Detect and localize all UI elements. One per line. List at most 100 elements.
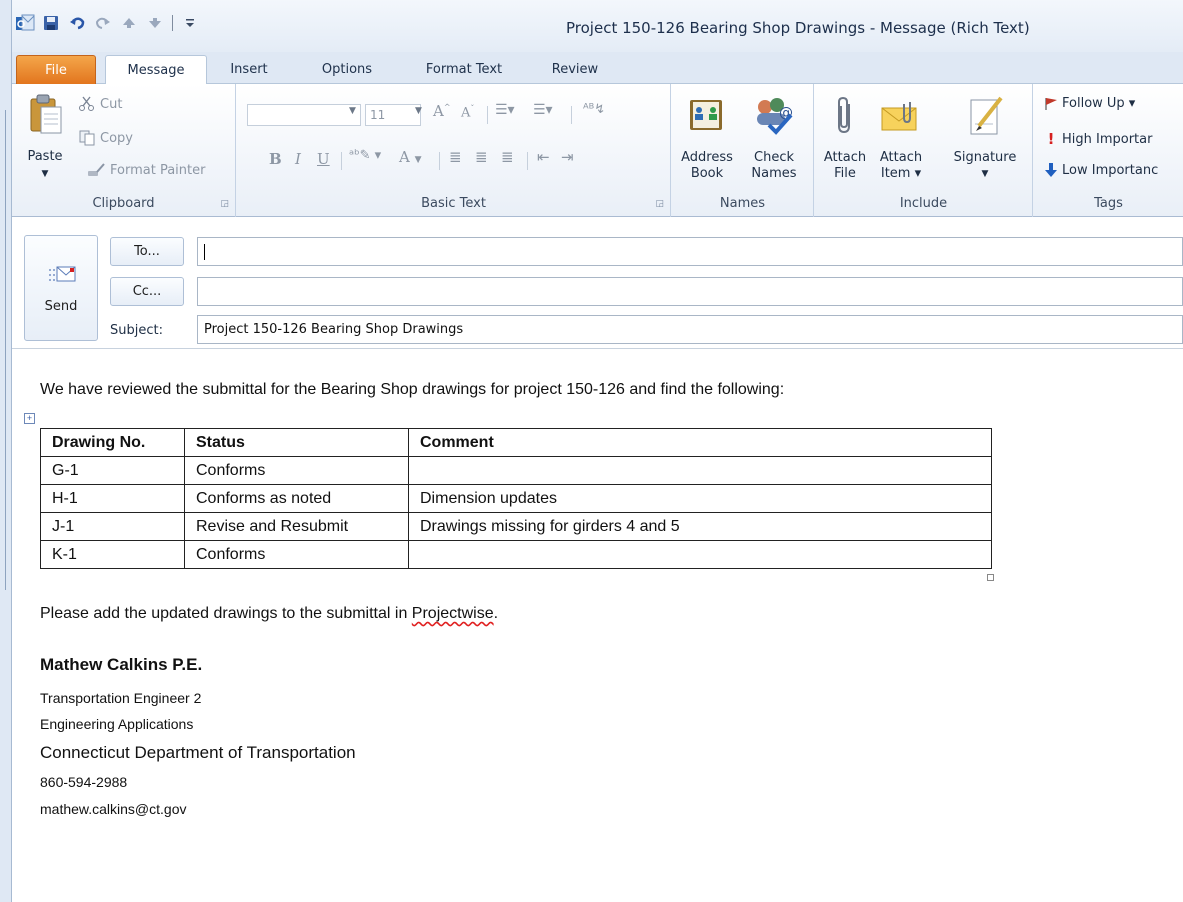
window-title: Project 150-126 Bearing Shop Drawings - … (566, 19, 1030, 37)
table-cell (408, 456, 992, 485)
signature-icon[interactable] (963, 92, 1007, 138)
paste-icon[interactable] (26, 92, 66, 136)
attach-item-icon[interactable] (877, 96, 925, 138)
request-paragraph: Please add the updated drawings to the s… (40, 605, 498, 623)
highlight-icon[interactable]: ᵃᵇ✎ ▾ (349, 148, 381, 163)
clipboard-launcher-icon[interactable]: ◲ (220, 199, 229, 209)
to-button[interactable]: To... (110, 237, 184, 266)
font-name-dropdown-icon[interactable]: ▼ (349, 106, 356, 116)
table-cell: Revise and Resubmit (184, 512, 409, 541)
check-names-label-1[interactable]: Check (744, 150, 804, 166)
ribbon-tabs: File Message Insert Options Format Text … (12, 52, 1183, 85)
clear-formatting-icon[interactable]: ᴬᴮ↯ (583, 102, 605, 117)
tags-group: Follow Up ▾ ! High Importar Low Importan… (1034, 84, 1183, 217)
include-group: Attach File Attach Item ▾ Signature ▼ In… (815, 84, 1033, 217)
numbering-icon[interactable]: ☰▾ (533, 102, 553, 118)
basic-text-separator (341, 152, 342, 170)
paste-dropdown-icon[interactable]: ▼ (22, 166, 68, 182)
intro-paragraph: We have reviewed the submittal for the B… (40, 381, 785, 398)
tab-file[interactable]: File (16, 55, 96, 84)
follow-up-label: Follow Up ▾ (1062, 96, 1136, 111)
check-names-label-2[interactable]: Names (744, 166, 804, 182)
low-importance-button[interactable]: Low Importanc (1044, 162, 1158, 178)
attach-file-label-1[interactable]: Attach (819, 150, 871, 166)
address-book-icon[interactable] (684, 94, 728, 138)
shrink-font-icon[interactable]: Aˇ (461, 104, 474, 120)
undo-icon[interactable] (66, 13, 88, 33)
paintbrush-icon (88, 163, 105, 176)
font-size-dropdown-icon[interactable]: ▼ (415, 106, 422, 116)
attach-item-label-1[interactable]: Attach (873, 150, 929, 166)
signature-dropdown-icon[interactable]: ▼ (945, 166, 1025, 182)
to-field[interactable] (197, 237, 1183, 266)
bold-button[interactable]: B (269, 150, 282, 168)
table-row: H-1 Conforms as noted Dimension updates (40, 484, 992, 513)
font-size-box[interactable]: 11 (365, 104, 421, 126)
table-cell: H-1 (40, 484, 185, 513)
table-cell: G-1 (40, 456, 185, 485)
redo-icon[interactable] (92, 13, 114, 33)
italic-button[interactable]: I (295, 150, 301, 168)
cc-button[interactable]: Cc... (110, 277, 184, 306)
subject-field[interactable]: Project 150-126 Bearing Shop Drawings (197, 315, 1183, 344)
signature-name: Mathew Calkins P.E. (40, 655, 203, 674)
signature-label[interactable]: Signature (945, 150, 1025, 166)
grow-font-icon[interactable]: A^ (433, 102, 451, 120)
attach-item-label-2[interactable]: Item ▾ (873, 166, 929, 182)
table-resize-handle[interactable] (987, 574, 994, 581)
follow-up-button[interactable]: Follow Up ▾ (1044, 96, 1135, 111)
check-names-icon[interactable]: @ (748, 92, 798, 138)
title-bar: Project 150-126 Bearing Shop Drawings - … (12, 0, 1183, 52)
window-left-edge (0, 0, 12, 902)
high-importance-label: High Importar (1062, 131, 1153, 147)
tab-format-text[interactable]: Format Text (412, 55, 516, 84)
align-center-icon[interactable]: ≣ (475, 148, 488, 166)
address-book-label-1[interactable]: Address (674, 150, 740, 166)
align-right-icon[interactable]: ≣ (501, 148, 514, 166)
table-move-handle-icon[interactable]: + (24, 413, 35, 424)
send-button[interactable]: Send (24, 235, 98, 341)
increase-indent-icon[interactable]: ⇥ (561, 148, 574, 166)
table-cell: Dimension updates (408, 484, 992, 513)
align-left-icon[interactable]: ≣ (449, 148, 462, 166)
flag-icon (1045, 97, 1057, 110)
customize-icon[interactable] (179, 13, 201, 33)
tab-options[interactable]: Options (304, 55, 390, 84)
table-cell: Drawings missing for girders 4 and 5 (408, 512, 992, 541)
copy-button[interactable]: Copy (78, 130, 133, 146)
down-arrow-icon[interactable] (144, 13, 166, 33)
basic-text-separator (439, 152, 440, 170)
tab-review[interactable]: Review (540, 55, 610, 84)
format-painter-button[interactable]: Format Painter (86, 162, 205, 178)
message-body[interactable]: We have reviewed the submittal for the B… (12, 350, 1183, 902)
table-row: G-1 Conforms (40, 456, 992, 485)
subject-label: Subject: (110, 323, 163, 338)
save-icon[interactable] (40, 13, 62, 33)
up-arrow-icon[interactable] (118, 13, 140, 33)
misspelled-word[interactable]: Projectwise (412, 605, 494, 622)
paste-label[interactable]: Paste (22, 149, 68, 165)
attach-file-label-2[interactable]: File (819, 166, 871, 182)
send-icon (49, 266, 76, 282)
bullets-icon[interactable]: ☰▾ (495, 102, 515, 118)
cc-field[interactable] (197, 277, 1183, 306)
tab-message[interactable]: Message (105, 55, 207, 85)
table-cell: J-1 (40, 512, 185, 541)
paperclip-icon[interactable] (825, 94, 865, 138)
font-name-box[interactable] (247, 104, 361, 126)
font-size-value: 11 (370, 108, 386, 122)
underline-button[interactable]: U (317, 150, 330, 168)
font-color-icon[interactable]: A ▼ (399, 148, 422, 166)
outlook-logo-icon[interactable] (14, 13, 36, 33)
table-row: K-1 Conforms (40, 540, 992, 569)
address-book-label-2[interactable]: Book (674, 166, 740, 182)
signature-department: Connecticut Department of Transportation (40, 743, 356, 762)
format-painter-label: Format Painter (110, 162, 206, 178)
table-header-row: Drawing No. Status Comment (40, 428, 992, 457)
decrease-indent-icon[interactable]: ⇤ (537, 148, 550, 166)
tab-insert[interactable]: Insert (219, 55, 279, 84)
cut-button[interactable]: Cut (78, 96, 122, 112)
basic-text-launcher-icon[interactable]: ◲ (655, 199, 664, 209)
names-group: Address Book @ Check Names Names (672, 84, 814, 217)
high-importance-button[interactable]: ! High Importar (1044, 130, 1153, 148)
